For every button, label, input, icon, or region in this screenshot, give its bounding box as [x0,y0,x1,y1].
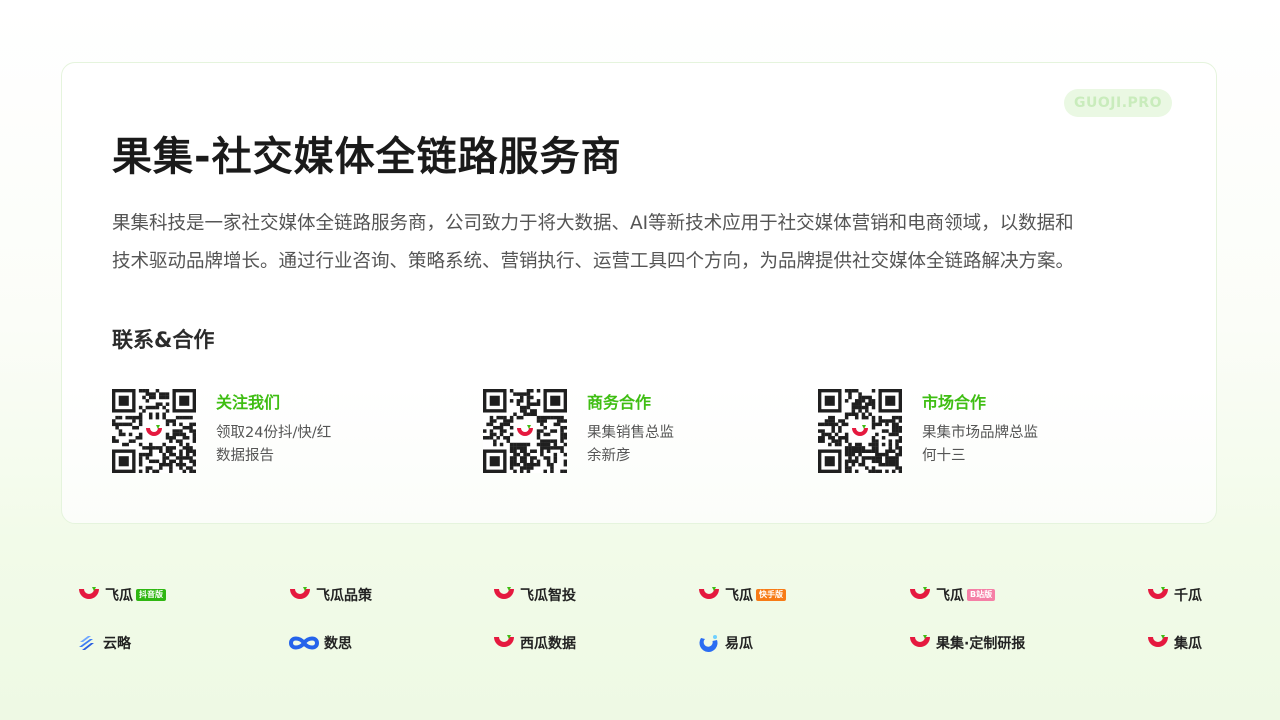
guoji-logo-icon [910,635,930,647]
qr-code-icon[interactable] [818,389,902,473]
product-logo-shusi[interactable]: 数思 [288,631,352,655]
product-logo-jigua[interactable]: 集瓜 [1146,631,1202,655]
product-logo-feigua-kuaishou[interactable]: 飞瓜 快手版 [697,583,786,607]
feigua-logo-icon [290,587,310,599]
shusi-logo-icon [288,636,320,650]
feigua-logo-icon [910,587,930,599]
contact-title: 市场合作 [922,393,987,412]
contact-line: 数据报告 [216,448,274,464]
contact-title: 关注我们 [216,393,281,412]
contact-line: 果集销售总监 [587,425,674,441]
product-logo-yunlue[interactable]: 云略 [77,631,131,655]
feigua-logo-icon [79,587,99,599]
company-intro-card: GUOJI.PRO 果集-社交媒体全链路服务商 果集科技是一家社交媒体全链路服务… [61,62,1217,524]
description-line-1: 果集科技是一家社交媒体全链路服务商，公司致力于将大数据、AI等新技术应用于社交媒… [112,213,1074,234]
qiangua-logo-icon [1148,587,1168,599]
product-logo-guoji-report[interactable]: 果集·定制研报 [908,631,1025,655]
site-badge[interactable]: GUOJI.PRO [1064,89,1172,117]
company-description: 果集科技是一家社交媒体全链路服务商，公司致力于将大数据、AI等新技术应用于社交媒… [112,205,1172,281]
qr-code-icon[interactable] [483,389,567,473]
contact-line: 果集市场品牌总监 [922,425,1038,441]
contact-line: 余新彦 [587,448,631,464]
product-logo-xigua-data[interactable]: 西瓜数据 [492,631,576,655]
contact-title: 商务合作 [587,393,652,412]
product-logo-feigua-douyin[interactable]: 飞瓜 抖音版 [77,583,166,607]
jigua-logo-icon [1148,635,1168,647]
contact-line: 领取24份抖/快/红 [216,425,332,441]
product-logo-qiangua[interactable]: 千瓜 [1146,583,1202,607]
contact-line: 何十三 [922,448,966,464]
description-line-2: 技术驱动品牌增长。通过行业咨询、策略系统、营销执行、运营工具四个方向，为品牌提供… [112,251,1075,272]
product-logo-feigua-zhitou[interactable]: 飞瓜智投 [492,583,576,607]
contact-heading: 联系&合作 [112,328,215,352]
feigua-logo-icon [494,587,514,599]
feigua-logo-icon [699,587,719,599]
qr-code-icon[interactable] [112,389,196,473]
yunlue-logo-icon [79,636,94,650]
product-logo-feigua-pince[interactable]: 飞瓜品策 [288,583,372,607]
page-title: 果集-社交媒体全链路服务商 [112,134,622,180]
yigua-logo-icon [699,635,718,652]
xigua-logo-icon [494,635,514,647]
product-logo-yigua[interactable]: 易瓜 [697,631,753,655]
product-logo-feigua-bilibili[interactable]: 飞瓜 B站版 [908,583,996,607]
